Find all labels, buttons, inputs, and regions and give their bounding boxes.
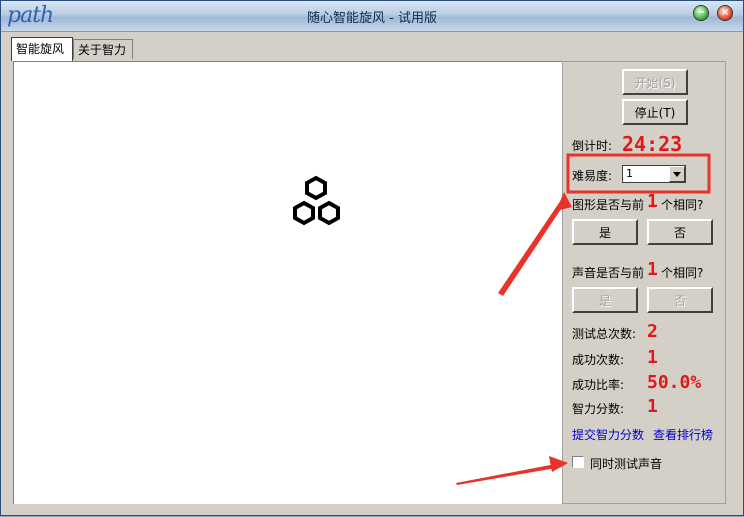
annotation-overlay — [456, 153, 711, 485]
arrow-head-lower — [549, 456, 568, 472]
arrow-line-upper — [498, 197, 567, 296]
arrow-head-upper — [556, 192, 572, 211]
highlight-box — [566, 153, 711, 194]
app-window: path 随心智能旋风 - 试用版 − × 智能旋风 关于智力 开始(S) 停止… — [0, 0, 744, 516]
arrow-line-lower — [456, 463, 562, 485]
